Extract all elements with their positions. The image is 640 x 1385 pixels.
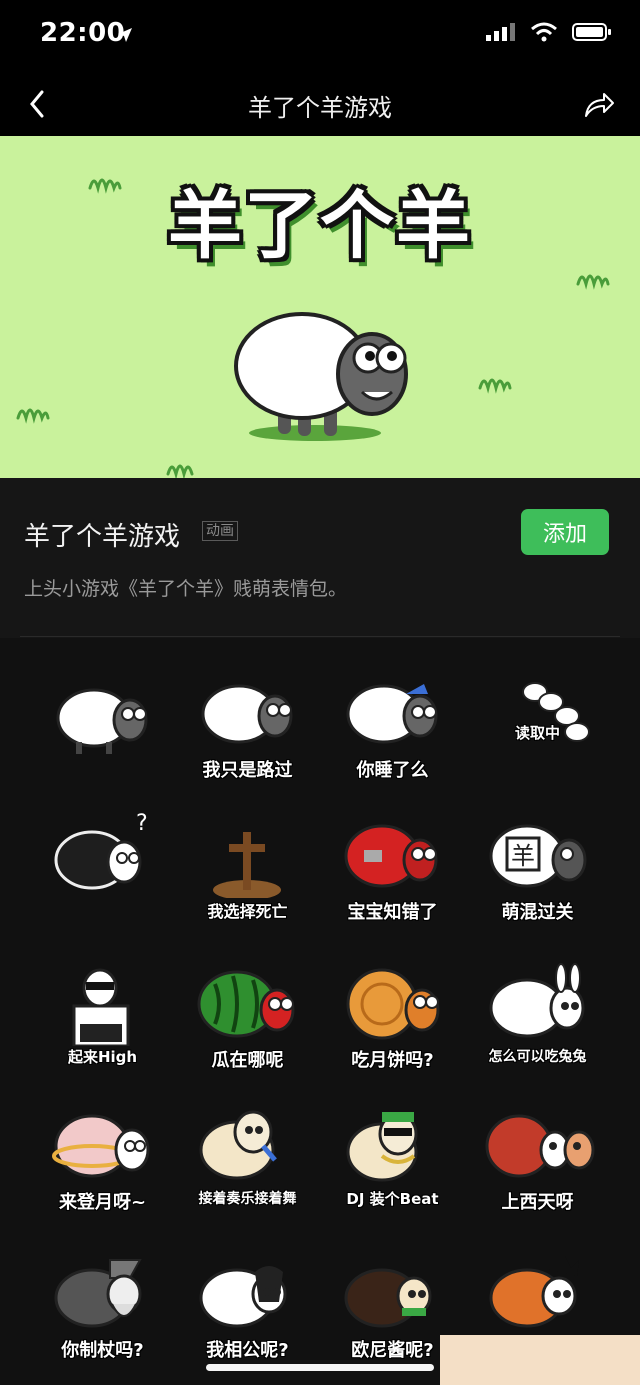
sheep-sticker-image xyxy=(346,684,438,744)
sheep-tile-sticker-image: 羊 xyxy=(489,824,587,888)
sticker-item[interactable]: 我选择死亡 xyxy=(175,802,320,944)
sticker-caption: 瓜在哪呢 xyxy=(211,1050,284,1071)
watermark-overlay xyxy=(440,1335,640,1385)
sticker-item[interactable]: 你制杖吗? xyxy=(30,1240,175,1382)
status-time: 22:00 xyxy=(40,18,126,48)
sticker-caption: 我相公呢? xyxy=(206,1340,289,1361)
sticker-item[interactable]: ? xyxy=(30,802,175,944)
sticker-item[interactable]: DJ 装个Beat xyxy=(320,1092,465,1234)
battery-icon xyxy=(572,23,611,41)
sheep-loading-sticker-image xyxy=(522,682,590,742)
sticker-item[interactable]: 接着奏乐接着舞 xyxy=(175,1092,320,1234)
watermelon-sticker-image xyxy=(197,970,295,1038)
sticker-caption: 宝宝知错了 xyxy=(347,902,438,923)
sticker-item[interactable]: 上西天呀 xyxy=(465,1092,610,1234)
sticker-caption: 接着奏乐接着舞 xyxy=(198,1191,297,1207)
wifi-icon xyxy=(531,22,557,42)
svg-text:?: ? xyxy=(136,812,148,836)
sticker-item[interactable]: 你睡了么 xyxy=(320,660,465,802)
dj-sheep-sticker-image xyxy=(72,968,130,1046)
sticker-caption: 上西天呀 xyxy=(501,1192,574,1213)
status-bar: 22:00 xyxy=(0,0,640,70)
sticker-item[interactable]: 宝宝知错了 xyxy=(320,802,465,944)
mooncake-sticker-image xyxy=(346,968,440,1040)
dancing-sheep-sticker-image xyxy=(199,1110,277,1180)
banner-title: 羊了个羊 xyxy=(168,183,472,269)
rabbit-sheep-sticker-image xyxy=(489,963,585,1038)
sticker-item[interactable]: 我相公呢? xyxy=(175,1240,320,1382)
sticker-item[interactable]: 吃月饼吗? xyxy=(320,950,465,1092)
sticker-caption: 怎么可以吃兔兔 xyxy=(488,1049,587,1065)
sticker-item[interactable]: 读取中 xyxy=(465,660,610,802)
sticker-caption: DJ 装个Beat xyxy=(346,1190,439,1208)
sticker-caption: 我只是路过 xyxy=(202,760,293,781)
sticker-caption: 萌混过关 xyxy=(501,902,574,923)
sheep-sticker-image xyxy=(56,688,148,754)
status-icons xyxy=(486,22,612,42)
sheep-sticker-image xyxy=(201,684,293,744)
red-sheep-sticker-image xyxy=(344,824,438,888)
sticker-item[interactable]: 怎么可以吃兔兔 xyxy=(465,950,610,1092)
sticker-caption: 你制杖吗? xyxy=(61,1340,144,1361)
banner-image: 羊了个羊 xyxy=(0,136,640,478)
signal-icon xyxy=(486,23,515,41)
anime-sheep-sticker-image xyxy=(344,1268,432,1328)
pack-info: 羊了个羊游戏 动画 添加 上头小游戏《羊了个羊》贱萌表情包。 xyxy=(0,478,640,638)
svg-text:羊: 羊 xyxy=(511,842,535,870)
nav-title: 羊了个羊游戏 xyxy=(248,94,392,122)
sticker-item[interactable]: 起来High xyxy=(30,950,175,1092)
sticker-item[interactable]: 我只是路过 xyxy=(175,660,320,802)
divider xyxy=(20,636,620,637)
sticker-caption: 起来High xyxy=(67,1048,138,1066)
sticker-caption: 吃月饼吗? xyxy=(351,1050,434,1071)
hooded-sheep-sticker-image: ? xyxy=(54,812,148,890)
sticker-caption: 我选择死亡 xyxy=(207,902,288,921)
home-indicator[interactable] xyxy=(206,1364,434,1371)
grave-cross-sticker-image xyxy=(213,832,281,898)
sticker-caption: 来登月呀~ xyxy=(58,1192,147,1213)
pack-description: 上头小游戏《羊了个羊》贱萌表情包。 xyxy=(24,578,348,600)
add-button[interactable]: 添加 xyxy=(521,509,609,555)
sticker-caption: 你睡了么 xyxy=(356,760,429,781)
sticker-caption: 读取中 xyxy=(514,724,560,742)
sticker-item[interactable]: 羊 萌混过关 xyxy=(465,802,610,944)
sticker-item[interactable] xyxy=(30,660,175,802)
goku-sheep-sticker-image xyxy=(489,1256,579,1328)
location-arrow-icon xyxy=(118,28,132,42)
bride-sheep-sticker-image xyxy=(199,1266,287,1328)
journey-west-sticker-image xyxy=(485,1114,595,1178)
cool-sheep-sticker-image xyxy=(346,1112,418,1182)
sticker-item[interactable]: 来登月呀~ xyxy=(30,1092,175,1234)
wizard-sheep-sticker-image xyxy=(54,1259,142,1328)
share-icon[interactable] xyxy=(580,86,616,122)
nav-bar: 羊了个羊游戏 xyxy=(0,70,640,136)
pack-title: 羊了个羊游戏 xyxy=(24,522,181,552)
chang-e-sheep-sticker-image xyxy=(52,1114,150,1178)
pack-type-badge: 动画 xyxy=(202,521,238,541)
sticker-item[interactable]: 瓜在哪呢 xyxy=(175,950,320,1092)
